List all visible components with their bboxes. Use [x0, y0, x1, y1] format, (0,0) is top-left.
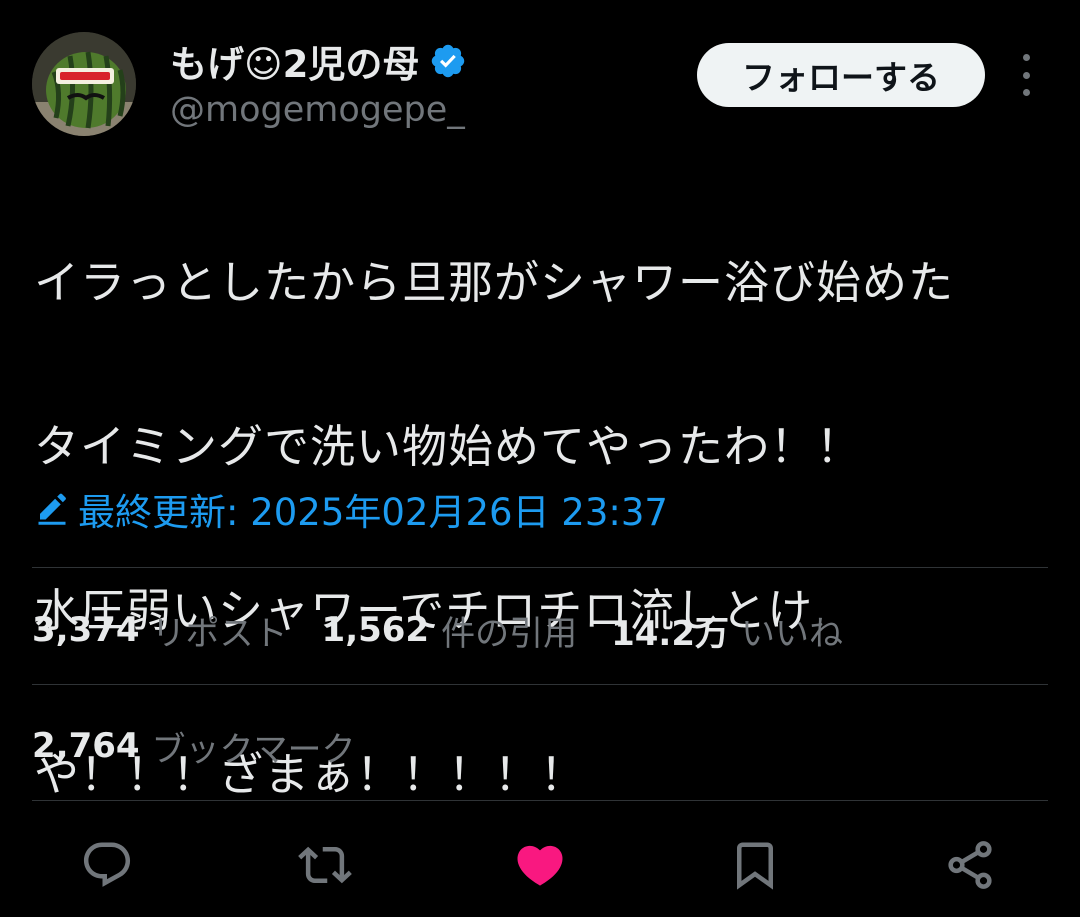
repost-count: 3,374 [32, 610, 140, 650]
bookmark-count-stat[interactable]: 2,764 ブックマーク [32, 716, 356, 776]
repost-button[interactable] [290, 830, 360, 900]
author-info[interactable]: もげ☺2児の母 @mogemogepe_ [170, 36, 467, 130]
quote-label: 件の引用 [441, 613, 578, 654]
display-name-row: もげ☺2児の母 [170, 36, 467, 86]
like-button[interactable] [505, 830, 575, 900]
follow-button[interactable]: フォローする [697, 43, 985, 107]
repost-count-stat[interactable]: 3,374 リポスト [32, 606, 288, 655]
tweet-text-line: イラっとしたから旦那がシャワー浴び始めた [34, 256, 955, 309]
bookmark-icon [737, 842, 773, 890]
tweet-action-bar [0, 830, 1080, 900]
tweet-text-line: タイミングで洗い物始めてやったわ！！ [34, 420, 863, 473]
like-label: いいね [740, 613, 843, 654]
reply-icon [83, 842, 131, 887]
repost-icon [298, 846, 352, 884]
more-dot [1022, 54, 1030, 61]
divider [32, 567, 1048, 568]
tweet-header: もげ☺2児の母 @mogemogepe_ フォローする [32, 32, 1048, 136]
author-display-name[interactable]: もげ☺2児の母 [170, 34, 419, 88]
divider [32, 684, 1048, 685]
reply-button[interactable] [72, 830, 142, 900]
divider [32, 800, 1048, 801]
more-dots-icon[interactable] [1012, 54, 1040, 96]
quote-count: 1,562 [321, 610, 430, 650]
watermelon-avatar [32, 32, 136, 136]
like-count-stat[interactable]: 14.2万 いいね [611, 606, 843, 655]
author-handle[interactable]: @mogemogepe_ [170, 90, 467, 130]
author-avatar[interactable] [32, 32, 136, 136]
bookmark-label: ブックマーク [151, 729, 356, 770]
pencil-icon [38, 493, 66, 525]
quote-count-stat[interactable]: 1,562 件の引用 [322, 606, 578, 655]
more-dot [1022, 89, 1030, 96]
share-icon [948, 841, 992, 889]
edited-timestamp-link[interactable]: 最終更新: 2025年02月26日 23:37 [34, 482, 668, 536]
stats-row: 3,374 リポスト 1,562 件の引用 14.2万 いいね [32, 600, 877, 660]
bookmark-button[interactable] [720, 830, 790, 900]
repost-label: リポスト [151, 613, 288, 654]
bookmark-count: 2,764 [32, 726, 140, 766]
more-dot [1022, 71, 1030, 79]
heart-icon [517, 845, 563, 886]
verified-badge-icon [432, 44, 465, 78]
like-count: 14.2万 [611, 613, 729, 654]
edited-label: 最終更新: 2025年02月26日 23:37 [78, 491, 668, 534]
share-button[interactable] [935, 830, 1005, 900]
